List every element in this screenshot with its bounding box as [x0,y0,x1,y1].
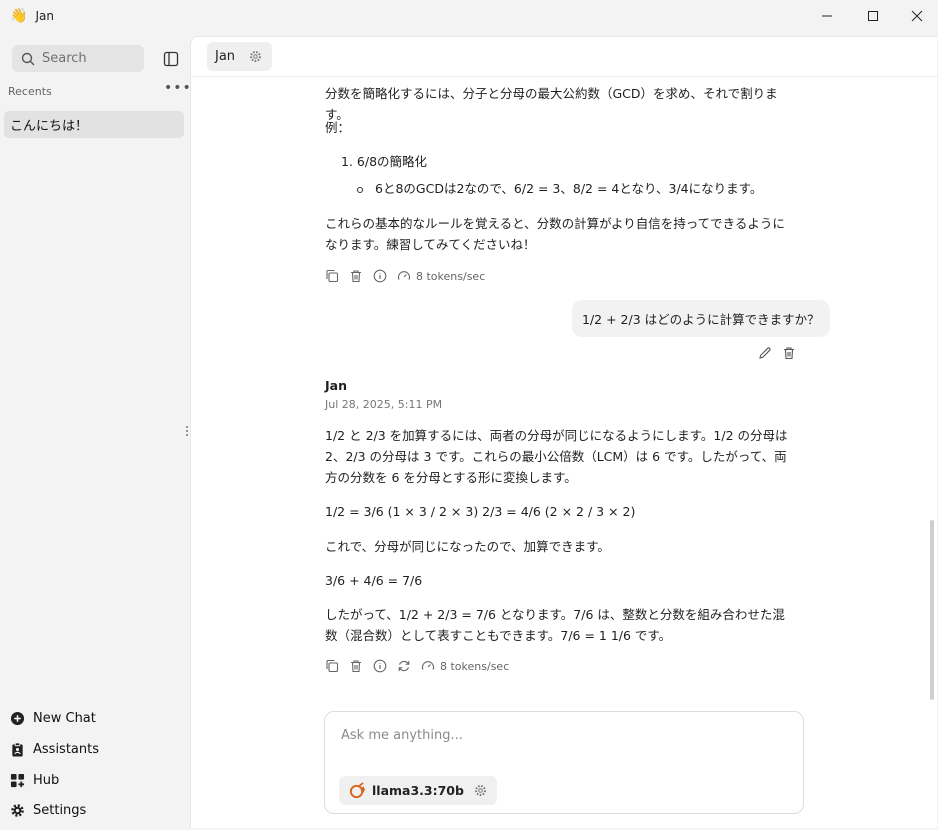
minimize-icon [822,15,832,17]
search-icon [21,52,35,65]
regenerate-icon[interactable] [397,659,411,673]
message-text: 1/2 = 3/6 (1 × 3 / 2 × 3) 2/3 = 4/6 (2 ×… [325,504,636,519]
window-title: Jan [35,9,54,23]
list-item: 1. 6/8の簡略化 [341,154,428,169]
waving-hand-icon: 👋 [10,8,28,24]
more-options-icon[interactable]: ••• [164,80,192,96]
message-text: 例： [325,120,351,135]
chat-panel: Jan 分数を簡略化するには、分子と分母の最大公約数（GCD）を求め、それで割り… [190,36,938,828]
close-button[interactable] [894,0,938,32]
copy-icon[interactable] [325,659,339,673]
speedometer-icon [397,271,411,280]
gear-icon[interactable] [249,50,262,63]
message-text: 1/2 と 2/3 を加算するには、両者の分母が同じになるようにします。1/2 … [325,428,788,485]
maximize-icon [868,11,878,21]
message-timestamp: Jul 28, 2025, 5:11 PM [325,398,443,411]
clipboard-icon [12,742,23,757]
message-actions: 8 tokens/sec [325,269,485,283]
sidebar-toggle-icon[interactable] [163,51,179,67]
message-text: 3/6 + 4/6 = 7/6 [325,573,423,588]
message-actions: 8 tokens/sec [325,659,509,673]
model-name: llama3.3:70b [372,783,464,798]
model-selector[interactable]: llama3.3:70b [339,776,497,805]
list-item: 6と8のGCDは2なので、6/2 = 3、8/2 = 4となり、3/4になります… [357,178,797,199]
trash-icon[interactable] [349,659,363,673]
thread-header: Jan [191,37,938,77]
copy-icon[interactable] [325,269,339,283]
hub-button[interactable]: Hub [10,773,59,788]
token-speed: 8 tokens/sec [440,659,510,673]
message-text: これらの基本的なルールを覚えると、分数の計算がより自信を持ってできるようになりま… [325,216,785,252]
assistants-button[interactable]: Assistants [10,742,99,757]
recents-label: Recents [8,85,52,98]
trash-icon[interactable] [349,269,363,283]
user-message-bubble: 1/2 + 2/3 はどのように計算できますか？ [572,300,830,337]
thread-tab-label: Jan [215,49,236,64]
minimize-button[interactable] [804,0,850,32]
settings-label: Settings [33,803,87,818]
hub-label: Hub [33,773,60,788]
new-chat-button[interactable]: New Chat [10,711,96,726]
gear-icon [11,804,24,817]
close-icon [911,10,923,22]
plus-circle-icon [10,711,25,726]
scrollbar[interactable] [930,520,934,700]
assistant-name: Jan [325,378,347,393]
speedometer-icon [421,661,435,670]
token-speed: 8 tokens/sec [416,269,486,283]
chat-input[interactable] [341,728,781,752]
trash-icon[interactable] [782,346,796,360]
message-text: これで、分母が同じになったので、加算できます。 [325,539,610,554]
search-input[interactable] [42,51,137,66]
settings-button[interactable]: Settings [10,803,86,818]
edit-icon[interactable] [758,346,772,360]
ollama-logo-icon [349,782,366,799]
info-icon[interactable] [373,269,387,283]
title-bar: 👋 Jan [0,0,938,32]
thread-tab[interactable]: Jan [207,42,273,71]
recent-thread-item[interactable]: こんにちは！ [4,111,184,138]
sidebar: Recents ••• こんにちは！ New Chat Assistants H… [0,32,192,830]
gear-icon[interactable] [474,784,487,797]
maximize-button[interactable] [850,0,896,32]
message-composer: llama3.3:70b [324,711,804,814]
new-chat-label: New Chat [33,711,96,726]
message-text: したがって、1/2 + 2/3 = 7/6 となります。7/6 は、整数と分数を… [325,607,785,643]
assistants-label: Assistants [33,742,99,757]
grid-icon [10,773,25,788]
search-box[interactable] [12,45,144,72]
info-icon[interactable] [373,659,387,673]
